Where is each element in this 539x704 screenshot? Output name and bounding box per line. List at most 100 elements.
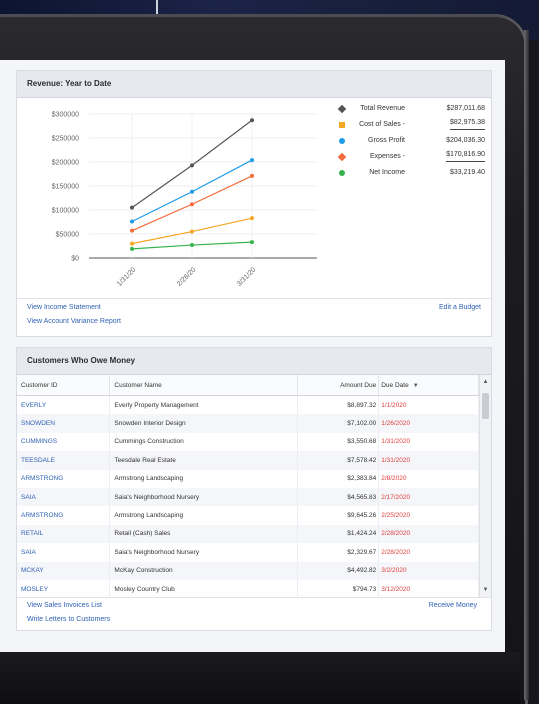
amount-due-cell: $1,424.24 xyxy=(297,524,380,544)
sort-down-icon: ▼ xyxy=(412,382,419,389)
view-income-statement-link[interactable]: View Income Statement xyxy=(27,304,101,311)
circle-marker-icon xyxy=(339,170,345,176)
scroll-up-icon[interactable]: ▲ xyxy=(480,377,491,387)
column-header-customer-id[interactable]: Customer ID xyxy=(17,375,111,396)
dashboard-screen: Revenue: Year to Date $300000 $250000 $200… xyxy=(0,60,505,652)
legend-label: Expenses - xyxy=(369,153,405,160)
data-point xyxy=(190,163,194,168)
table-row[interactable]: RETAIL Retail (Cash) Sales $1,424.24 2/2… xyxy=(17,524,479,544)
due-date-cell: 1/1/2020 xyxy=(378,395,479,415)
customer-id-link[interactable]: EVERLY xyxy=(17,395,111,415)
column-header-amount-due[interactable]: Amount Due xyxy=(297,375,380,396)
scroll-thumb[interactable] xyxy=(482,393,489,419)
customer-name-cell: Cummings Construction xyxy=(109,432,299,452)
amount-due-cell: $8,897.32 xyxy=(297,395,380,415)
square-marker-icon xyxy=(339,122,345,128)
due-date-cell: 2/28/2020 xyxy=(378,524,479,544)
data-point xyxy=(130,246,134,251)
x-tick-label: 3/31/20 xyxy=(236,266,258,288)
legend-row-expenses: Expenses - $170,816.90 xyxy=(337,149,485,165)
circle-marker-icon xyxy=(339,138,345,144)
table-row[interactable]: MCKAY McKay Construction $4,492.82 3/2/2… xyxy=(17,561,479,580)
customer-id-link[interactable]: MCKAY xyxy=(17,561,111,580)
view-account-variance-report-link[interactable]: View Account Variance Report xyxy=(27,318,121,325)
revenue-panel-divider xyxy=(17,298,491,299)
revenue-chart-svg: $300000 $250000 $200000 $150000 $100000 $5000… xyxy=(52,112,317,288)
edit-a-budget-link[interactable]: Edit a Budget xyxy=(439,304,481,311)
y-tick-label: $50000 xyxy=(56,232,79,239)
due-date-cell: 3/2/2020 xyxy=(378,561,479,580)
y-tick-label: $300000 xyxy=(52,112,79,119)
data-point xyxy=(250,216,254,221)
customer-id-link[interactable]: SAIA xyxy=(17,487,111,507)
legend-value: $170,816.90 xyxy=(446,149,485,162)
customer-id-link[interactable]: MOSLEY xyxy=(17,579,111,597)
data-point xyxy=(190,202,194,207)
table-row[interactable]: TEESDALE Teesdale Real Estate $7,578.42 … xyxy=(17,451,479,470)
view-sales-invoices-list-link[interactable]: View Sales Invoices List xyxy=(27,602,102,609)
legend-label: Net Income xyxy=(369,169,405,176)
table-row[interactable]: CUMMINGS Cummings Construction $3,550.68… xyxy=(17,432,479,452)
y-tick-label: $0 xyxy=(71,256,79,263)
column-header-due-date[interactable]: Due Date ▼ xyxy=(378,375,479,396)
amount-due-cell: $3,550.68 xyxy=(297,432,380,452)
table-row[interactable]: ARMSTRONG Armstrong Landscaping $9,645.2… xyxy=(17,506,479,525)
y-tick-label: $250000 xyxy=(52,136,79,143)
scroll-down-icon[interactable]: ▼ xyxy=(480,585,491,595)
customer-id-link[interactable]: SNOWDEN xyxy=(17,414,111,433)
due-date-cell: 1/31/2020 xyxy=(378,432,479,452)
y-tick-label: $200000 xyxy=(52,160,79,167)
legend-label: Cost of Sales - xyxy=(359,121,405,128)
data-point xyxy=(250,118,254,123)
due-date-cell: 2/17/2020 xyxy=(378,487,479,507)
table-row[interactable]: MOSLEY Mosley Country Club $794.73 3/12/… xyxy=(17,579,479,597)
customer-id-link[interactable]: ARMSTRONG xyxy=(17,506,111,525)
table-row[interactable]: ARMSTRONG Armstrong Landscaping $2,383.8… xyxy=(17,469,479,488)
customer-name-cell: Saia's Neighborhood Nursery xyxy=(109,543,299,562)
legend-row-total-revenue: Total Revenue $287,011.68 xyxy=(337,101,485,117)
customer-id-link[interactable]: TEESDALE xyxy=(17,451,111,470)
amount-due-cell: $2,329.67 xyxy=(297,543,380,562)
table-row[interactable]: SAIA Saia's Neighborhood Nursery $4,565.… xyxy=(17,487,479,507)
customer-id-link[interactable]: RETAIL xyxy=(17,524,111,544)
revenue-legend: Total Revenue $287,011.68 Cost of Sales … xyxy=(337,101,485,181)
revenue-panel: Revenue: Year to Date $300000 $250000 $200… xyxy=(16,70,492,337)
legend-value: $33,219.40 xyxy=(449,169,485,176)
customer-name-cell: McKay Construction xyxy=(109,561,299,580)
customer-id-link[interactable]: ARMSTRONG xyxy=(17,469,111,488)
due-date-cell: 2/25/2020 xyxy=(378,506,479,525)
diamond-marker-icon xyxy=(337,152,347,162)
data-point xyxy=(130,228,134,233)
customer-name-cell: Everly Property Management xyxy=(109,395,299,415)
write-letters-to-customers-link[interactable]: Write Letters to Customers xyxy=(27,616,110,623)
table-row[interactable]: SNOWDEN Snowden Interior Design $7,102.0… xyxy=(17,414,479,433)
amount-due-cell: $7,102.00 xyxy=(297,414,380,433)
amount-due-cell: $794.73 xyxy=(297,579,380,597)
legend-row-net-income: Net Income $33,219.40 xyxy=(339,165,485,181)
y-tick-label: $150000 xyxy=(52,184,79,191)
amount-due-cell: $4,565.83 xyxy=(297,487,380,507)
customer-name-cell: Armstrong Landscaping xyxy=(109,469,299,488)
customers-table-area: Customer ID Customer Name Amount Due Due… xyxy=(17,375,491,597)
table-row[interactable]: SAIA Saia's Neighborhood Nursery $2,329.… xyxy=(17,543,479,562)
customer-id-link[interactable]: SAIA xyxy=(17,543,111,562)
table-scrollbar[interactable]: ▲ ▼ xyxy=(479,375,491,597)
table-row[interactable]: EVERLY Everly Property Management $8,897… xyxy=(17,395,479,415)
receive-money-link[interactable]: Receive Money xyxy=(429,602,477,609)
customers-table: Customer ID Customer Name Amount Due Due… xyxy=(17,375,479,597)
data-point xyxy=(250,158,254,163)
data-point xyxy=(190,243,194,248)
customers-panel-divider xyxy=(17,597,491,598)
customers-panel-title: Customers Who Owe Money xyxy=(17,348,491,375)
legend-row-gross-profit: Gross Profit $204,036.30 xyxy=(339,133,485,149)
data-point xyxy=(130,205,134,210)
amount-due-cell: $2,383.84 xyxy=(297,469,380,488)
due-date-cell: 1/31/2020 xyxy=(378,451,479,470)
column-header-customer-name[interactable]: Customer Name xyxy=(109,375,299,396)
customer-id-link[interactable]: CUMMINGS xyxy=(17,432,111,452)
customer-name-cell: Armstrong Landscaping xyxy=(109,506,299,525)
revenue-chart: $300000 $250000 $200000 $150000 $100000 $5000… xyxy=(17,98,337,298)
laptop-base xyxy=(0,652,520,704)
table-header-row: Customer ID Customer Name Amount Due Due… xyxy=(17,375,479,396)
legend-value: $82,975.38 xyxy=(449,117,485,130)
